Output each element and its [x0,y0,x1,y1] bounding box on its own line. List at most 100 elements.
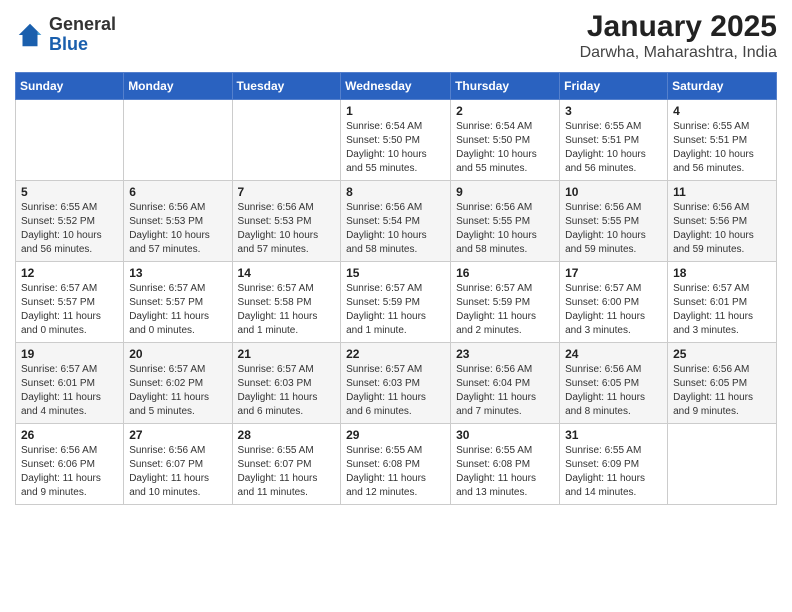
day-number: 8 [346,185,445,199]
day-number: 31 [565,428,662,442]
day-info: Sunrise: 6:57 AMSunset: 5:58 PMDaylight:… [238,282,336,338]
day-number: 30 [456,428,554,442]
day-number: 27 [129,428,226,442]
calendar-cell [668,424,777,505]
weekday-saturday: Saturday [668,73,777,100]
calendar-cell: 10 Sunrise: 6:56 AMSunset: 5:55 PMDayligh… [560,181,668,262]
weekday-monday: Monday [124,73,232,100]
day-info: Sunrise: 6:56 AMSunset: 5:56 PMDaylight:… [673,201,771,257]
calendar-cell: 9 Sunrise: 6:56 AMSunset: 5:55 PMDaylight… [451,181,560,262]
header: General Blue January 2025 Darwha, Mahara… [15,10,777,62]
day-number: 18 [673,266,771,280]
day-number: 5 [21,185,118,199]
calendar-cell: 19 Sunrise: 6:57 AMSunset: 6:01 PMDayligh… [16,343,124,424]
calendar-cell: 30 Sunrise: 6:55 AMSunset: 6:08 PMDayligh… [451,424,560,505]
day-number: 6 [129,185,226,199]
calendar-cell: 12 Sunrise: 6:57 AMSunset: 5:57 PMDayligh… [16,262,124,343]
weekday-header-row: SundayMondayTuesdayWednesdayThursdayFrid… [16,73,777,100]
day-number: 21 [238,347,336,361]
calendar-cell: 27 Sunrise: 6:56 AMSunset: 6:07 PMDayligh… [124,424,232,505]
day-info: Sunrise: 6:55 AMSunset: 5:51 PMDaylight:… [673,120,771,176]
day-number: 4 [673,104,771,118]
day-info: Sunrise: 6:55 AMSunset: 6:07 PMDaylight:… [238,444,336,500]
calendar-cell: 28 Sunrise: 6:55 AMSunset: 6:07 PMDayligh… [232,424,341,505]
calendar-cell: 24Sunrise: 6:56 AMSunset: 6:05 PMDayligh… [560,343,668,424]
day-info: Sunrise: 6:56 AMSunset: 6:05 PMDaylight:… [673,363,771,419]
calendar-cell: 13 Sunrise: 6:57 AMSunset: 5:57 PMDayligh… [124,262,232,343]
day-info: Sunrise: 6:54 AMSunset: 5:50 PMDaylight:… [456,120,554,176]
week-row-3: 12 Sunrise: 6:57 AMSunset: 5:57 PMDayligh… [16,262,777,343]
calendar-cell: 25Sunrise: 6:56 AMSunset: 6:05 PMDayligh… [668,343,777,424]
day-info: Sunrise: 6:57 AMSunset: 5:57 PMDaylight:… [21,282,118,338]
calendar-cell: 1Sunrise: 6:54 AMSunset: 5:50 PMDaylight… [341,100,451,181]
weekday-friday: Friday [560,73,668,100]
calendar-cell: 18 Sunrise: 6:57 AMSunset: 6:01 PMDayligh… [668,262,777,343]
logo-blue-text: Blue [49,34,88,54]
day-info: Sunrise: 6:56 AMSunset: 5:55 PMDaylight:… [456,201,554,257]
calendar-cell [124,100,232,181]
week-row-4: 19 Sunrise: 6:57 AMSunset: 6:01 PMDayligh… [16,343,777,424]
calendar-cell: 16 Sunrise: 6:57 AMSunset: 5:59 PMDayligh… [451,262,560,343]
day-info: Sunrise: 6:57 AMSunset: 6:00 PMDaylight:… [565,282,662,338]
day-number: 28 [238,428,336,442]
day-number: 13 [129,266,226,280]
calendar-cell: 15Sunrise: 6:57 AMSunset: 5:59 PMDayligh… [341,262,451,343]
day-info: Sunrise: 6:57 AMSunset: 6:03 PMDaylight:… [238,363,336,419]
day-number: 10 [565,185,662,199]
day-number: 20 [129,347,226,361]
weekday-sunday: Sunday [16,73,124,100]
day-info: Sunrise: 6:57 AMSunset: 6:02 PMDaylight:… [129,363,226,419]
day-number: 15 [346,266,445,280]
calendar-table: SundayMondayTuesdayWednesdayThursdayFrid… [15,72,777,505]
calendar-cell: 7Sunrise: 6:56 AMSunset: 5:53 PMDaylight… [232,181,341,262]
day-info: Sunrise: 6:57 AMSunset: 6:01 PMDaylight:… [21,363,118,419]
calendar-cell: 6 Sunrise: 6:56 AMSunset: 5:53 PMDaylight… [124,181,232,262]
day-number: 9 [456,185,554,199]
day-number: 17 [565,266,662,280]
weekday-wednesday: Wednesday [341,73,451,100]
day-number: 2 [456,104,554,118]
logo-text: General Blue [49,15,116,55]
logo: General Blue [15,15,116,55]
logo-general: General [49,14,116,34]
day-number: 29 [346,428,445,442]
calendar-cell: 5 Sunrise: 6:55 AMSunset: 5:52 PMDaylight… [16,181,124,262]
calendar-cell [16,100,124,181]
day-info: Sunrise: 6:57 AMSunset: 5:59 PMDaylight:… [456,282,554,338]
calendar-cell: 17 Sunrise: 6:57 AMSunset: 6:00 PMDayligh… [560,262,668,343]
day-number: 7 [238,185,336,199]
day-number: 11 [673,185,771,199]
day-info: Sunrise: 6:56 AMSunset: 6:06 PMDaylight:… [21,444,118,500]
calendar-cell: 29Sunrise: 6:55 AMSunset: 6:08 PMDayligh… [341,424,451,505]
calendar-cell: 11 Sunrise: 6:56 AMSunset: 5:56 PMDayligh… [668,181,777,262]
week-row-2: 5 Sunrise: 6:55 AMSunset: 5:52 PMDaylight… [16,181,777,262]
day-number: 1 [346,104,445,118]
day-number: 22 [346,347,445,361]
day-number: 19 [21,347,118,361]
day-info: Sunrise: 6:56 AMSunset: 6:07 PMDaylight:… [129,444,226,500]
day-info: Sunrise: 6:56 AMSunset: 5:54 PMDaylight:… [346,201,445,257]
calendar-cell: 31 Sunrise: 6:55 AMSunset: 6:09 PMDayligh… [560,424,668,505]
logo-icon [15,20,45,50]
day-info: Sunrise: 6:56 AMSunset: 6:05 PMDaylight:… [565,363,662,419]
title-block: January 2025 Darwha, Maharashtra, India [580,10,777,62]
calendar-cell: 14Sunrise: 6:57 AMSunset: 5:58 PMDayligh… [232,262,341,343]
day-info: Sunrise: 6:55 AMSunset: 5:52 PMDaylight:… [21,201,118,257]
day-info: Sunrise: 6:56 AMSunset: 6:04 PMDaylight:… [456,363,554,419]
day-info: Sunrise: 6:56 AMSunset: 5:53 PMDaylight:… [129,201,226,257]
day-number: 3 [565,104,662,118]
day-number: 16 [456,266,554,280]
day-info: Sunrise: 6:57 AMSunset: 6:03 PMDaylight:… [346,363,445,419]
page: General Blue January 2025 Darwha, Mahara… [0,0,792,515]
day-number: 12 [21,266,118,280]
day-info: Sunrise: 6:56 AMSunset: 5:55 PMDaylight:… [565,201,662,257]
day-info: Sunrise: 6:55 AMSunset: 5:51 PMDaylight:… [565,120,662,176]
day-info: Sunrise: 6:57 AMSunset: 6:01 PMDaylight:… [673,282,771,338]
calendar-cell: 23Sunrise: 6:56 AMSunset: 6:04 PMDayligh… [451,343,560,424]
day-info: Sunrise: 6:55 AMSunset: 6:09 PMDaylight:… [565,444,662,500]
calendar-cell: 2 Sunrise: 6:54 AMSunset: 5:50 PMDaylight… [451,100,560,181]
day-info: Sunrise: 6:55 AMSunset: 6:08 PMDaylight:… [456,444,554,500]
day-info: Sunrise: 6:57 AMSunset: 5:57 PMDaylight:… [129,282,226,338]
calendar-cell: 8 Sunrise: 6:56 AMSunset: 5:54 PMDaylight… [341,181,451,262]
calendar-cell: 4 Sunrise: 6:55 AMSunset: 5:51 PMDaylight… [668,100,777,181]
